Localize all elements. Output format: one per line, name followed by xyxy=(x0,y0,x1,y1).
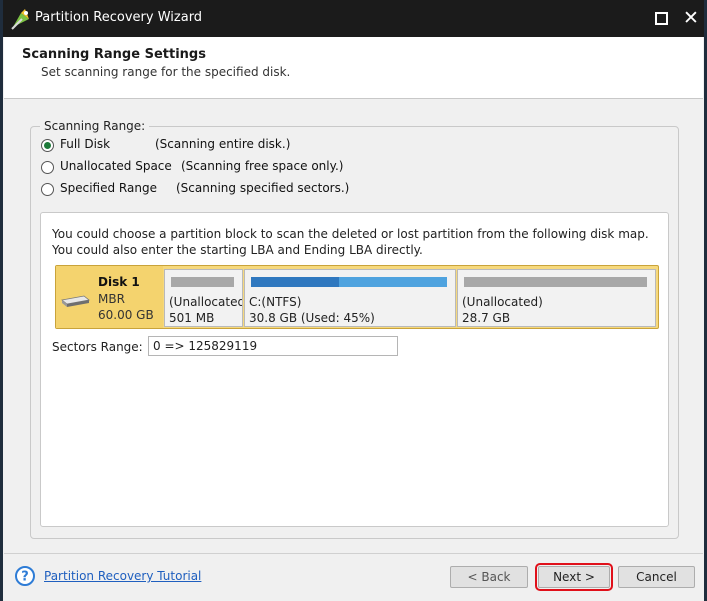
radio-label: Unallocated Space xyxy=(60,159,172,173)
radio-unallocated-space[interactable]: Unallocated Space (Scanning free space o… xyxy=(41,158,344,176)
partition-name: (Unallocated) xyxy=(169,295,243,309)
radio-description: (Scanning specified sectors.) xyxy=(176,181,350,195)
radio-button-checked[interactable] xyxy=(41,138,54,152)
partition-usage-bar xyxy=(251,277,447,287)
partition-c-ntfs[interactable]: C:(NTFS) 30.8 GB (Used: 45%) xyxy=(244,269,456,327)
maximize-button[interactable] xyxy=(649,6,673,30)
svg-text:?: ? xyxy=(21,570,29,585)
wizard-header: Scanning Range Settings Set scanning ran… xyxy=(4,37,703,99)
cancel-button[interactable]: Cancel xyxy=(618,566,695,588)
page-title: Scanning Range Settings xyxy=(22,47,206,62)
help-icon[interactable]: ? xyxy=(15,566,35,586)
disk-name: Disk 1 xyxy=(98,275,140,289)
partition-size: 30.8 GB (Used: 45%) xyxy=(249,311,375,325)
title-bar[interactable]: Partition Recovery Wizard ✕ xyxy=(3,0,704,37)
sectors-range-input[interactable] xyxy=(148,336,398,356)
disk-1-block[interactable]: Disk 1 MBR 60.00 GB xyxy=(56,266,163,328)
radio-label: Specified Range xyxy=(60,181,157,195)
radio-button[interactable] xyxy=(41,182,54,196)
radio-label: Full Disk xyxy=(60,137,111,151)
radio-button[interactable] xyxy=(41,160,54,174)
partition-used-fill xyxy=(251,277,340,287)
partition-name: C:(NTFS) xyxy=(249,295,302,309)
disk-size: 60.00 GB xyxy=(98,308,154,322)
radio-description: (Scanning free space only.) xyxy=(181,159,344,173)
wizard-window: Partition Recovery Wizard ✕ Scanning Ran… xyxy=(3,0,704,601)
disk-map-panel: You could choose a partition block to sc… xyxy=(40,212,669,527)
partition-usage-bar xyxy=(171,277,234,287)
maximize-icon xyxy=(655,12,668,25)
partition-recovery-tutorial-link[interactable]: Partition Recovery Tutorial xyxy=(44,569,201,583)
wizard-wand-icon xyxy=(11,9,29,30)
page-subtitle: Set scanning range for the specified dis… xyxy=(41,65,291,79)
close-button[interactable]: ✕ xyxy=(679,6,703,30)
partition-usage-bar xyxy=(464,277,647,287)
scanning-range-label: Scanning Range: xyxy=(40,119,150,133)
partition-name: (Unallocated) xyxy=(462,295,543,309)
partition-unallocated-1[interactable]: (Unallocated) 501 MB xyxy=(164,269,243,327)
sectors-range-label: Sectors Range: xyxy=(52,340,143,354)
next-button[interactable]: Next > xyxy=(535,563,613,591)
radio-description: (Scanning entire disk.) xyxy=(155,137,291,151)
radio-full-disk[interactable]: Full Disk (Scanning entire disk.) xyxy=(41,136,290,154)
hard-drive-icon xyxy=(61,295,90,307)
disk-map-description: You could choose a partition block to sc… xyxy=(52,227,649,257)
back-button[interactable]: < Back xyxy=(450,566,528,588)
disk-map: Disk 1 MBR 60.00 GB (Unallocated) 501 MB… xyxy=(55,265,659,329)
partition-unallocated-2[interactable]: (Unallocated) 28.7 GB xyxy=(457,269,656,327)
window-title: Partition Recovery Wizard xyxy=(35,10,203,25)
disk-type: MBR xyxy=(98,292,125,306)
radio-specified-range[interactable]: Specified Range (Scanning specified sect… xyxy=(41,180,349,198)
partition-size: 28.7 GB xyxy=(462,311,511,325)
close-icon: ✕ xyxy=(683,7,699,29)
footer-divider xyxy=(4,553,703,554)
partition-size: 501 MB xyxy=(169,311,215,325)
